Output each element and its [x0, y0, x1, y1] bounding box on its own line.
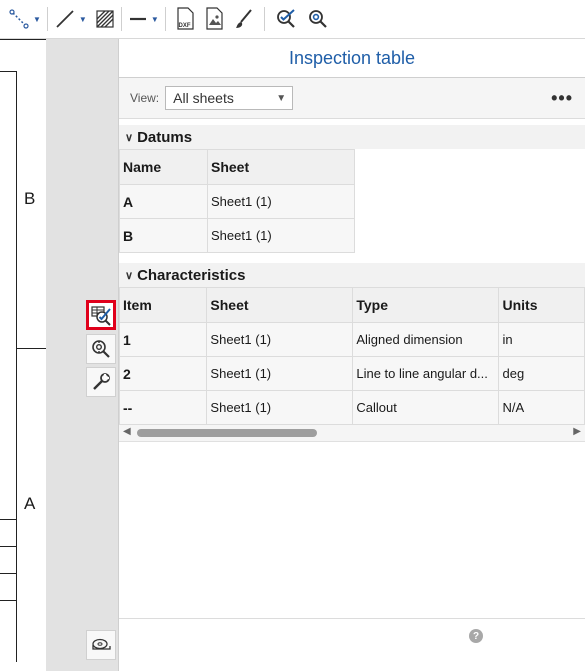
chevron-down-icon[interactable]: ▼: [151, 15, 159, 24]
tape-measure-icon: [92, 638, 111, 650]
datums-section-title: Datums: [137, 128, 193, 146]
sketch-line-tool[interactable]: ▼: [8, 4, 41, 34]
title-block: [0, 519, 16, 629]
column-header[interactable]: Item: [118, 287, 208, 323]
table-row[interactable]: -- Sheet1 (1) Callout N/A: [118, 390, 585, 425]
inspection-icon: [276, 9, 295, 28]
more-options-icon[interactable]: •••: [551, 88, 573, 109]
datum-name: A: [119, 184, 208, 219]
units-cell: deg: [498, 356, 585, 391]
measure-button[interactable]: [86, 630, 116, 660]
units-cell: N/A: [498, 390, 585, 425]
insert-image-icon: [206, 7, 223, 30]
dxf-export-icon: DXF: [177, 7, 194, 30]
line-style-icon: [129, 17, 146, 21]
balloon-settings-icon: [92, 340, 110, 358]
item-cell: --: [118, 390, 208, 425]
toolbar-divider: [263, 7, 265, 31]
top-toolbar: ▼ ▼ ▼ DXF: [0, 0, 585, 39]
table-row[interactable]: B Sheet1 (1): [119, 218, 355, 253]
insert-image-button[interactable]: [204, 4, 226, 34]
wrench-icon: [93, 373, 110, 390]
inspection-settings-button[interactable]: [307, 4, 329, 34]
dropdown-arrow-icon: ▼: [276, 93, 287, 104]
column-header[interactable]: Units: [498, 287, 585, 323]
item-cell: 2: [118, 356, 208, 391]
zone-label-a: A: [24, 494, 36, 513]
view-select-value: All sheets: [173, 90, 234, 106]
table-row[interactable]: 1 Sheet1 (1) Aligned dimension in: [118, 322, 585, 357]
brush-icon: [235, 9, 252, 28]
sheet-cell: Sheet1 (1): [206, 356, 354, 391]
inspection-settings-icon: [308, 10, 327, 28]
hatch-icon: [96, 10, 114, 28]
hatch-tool[interactable]: [95, 4, 115, 34]
scroll-left-icon[interactable]: ◀: [123, 426, 131, 437]
line-tool[interactable]: ▼: [54, 4, 87, 34]
line-style-tool[interactable]: ▼: [128, 4, 159, 34]
inspection-table-icon: [91, 306, 111, 326]
zone-label-b: B: [24, 189, 36, 208]
inspection-table-button[interactable]: [86, 300, 116, 330]
chevron-down-icon[interactable]: ▼: [33, 15, 41, 24]
chevron-down-icon[interactable]: ▼: [79, 15, 87, 24]
column-header[interactable]: Name: [119, 149, 208, 185]
table-row[interactable]: 2 Sheet1 (1) Line to line angular d... d…: [118, 356, 585, 391]
datums-table: Name Sheet A Sheet1 (1) B Sheet1 (1): [119, 149, 355, 253]
datum-sheet: Sheet1 (1): [207, 218, 355, 253]
drawing-sheet[interactable]: B A: [0, 39, 47, 662]
scrollbar-thumb[interactable]: [137, 429, 317, 437]
toolbar-divider: [164, 7, 166, 31]
chevron-down-icon: ∨: [125, 269, 134, 282]
horizontal-scrollbar[interactable]: ◀ ▶: [119, 425, 585, 442]
datums-section-header[interactable]: ∨ Datums: [119, 125, 585, 149]
view-filter-row: View: All sheets ▼ •••: [119, 78, 585, 119]
panel-title: Inspection table: [119, 39, 585, 78]
dxf-export-button[interactable]: DXF: [174, 4, 196, 34]
view-label: View:: [130, 91, 160, 105]
type-cell: Line to line angular d...: [352, 356, 500, 391]
scroll-right-icon[interactable]: ▶: [573, 426, 581, 437]
sheet-cell: Sheet1 (1): [206, 322, 354, 357]
column-header[interactable]: Sheet: [207, 149, 355, 185]
inspection-button[interactable]: [275, 4, 297, 34]
type-cell: Callout: [352, 390, 500, 425]
svg-text:DXF: DXF: [178, 23, 190, 29]
characteristics-table: Item Sheet Type Units 1 Sheet1 (1) Align…: [118, 287, 585, 425]
item-cell: 1: [118, 322, 208, 357]
brush-tool[interactable]: [234, 4, 254, 34]
characteristics-section-header[interactable]: ∨ Characteristics: [119, 263, 585, 287]
units-cell: in: [498, 322, 585, 357]
column-header[interactable]: Type: [352, 287, 500, 323]
balloon-settings-button[interactable]: [86, 334, 116, 364]
datum-name: B: [119, 218, 208, 253]
zone-divider: [16, 348, 46, 349]
table-row[interactable]: A Sheet1 (1): [119, 184, 355, 219]
column-header[interactable]: Sheet: [206, 287, 354, 323]
panel-footer: ?: [119, 618, 585, 661]
characteristics-section-title: Characteristics: [137, 266, 246, 284]
toolbar-divider: [46, 7, 48, 31]
view-select[interactable]: All sheets ▼: [165, 86, 294, 110]
datum-sheet: Sheet1 (1): [207, 184, 355, 219]
chevron-down-icon: ∨: [125, 131, 134, 144]
sketch-line-icon: [9, 9, 29, 29]
tools-button[interactable]: [86, 367, 116, 397]
inspection-table-panel: Inspection table View: All sheets ▼ ••• …: [118, 39, 585, 671]
sheet-border: [0, 39, 46, 44]
line-tool-icon: [56, 10, 74, 28]
toolbar-divider: [120, 7, 122, 31]
type-cell: Aligned dimension: [352, 322, 500, 357]
sheet-cell: Sheet1 (1): [206, 390, 354, 425]
help-icon[interactable]: ?: [469, 629, 483, 643]
